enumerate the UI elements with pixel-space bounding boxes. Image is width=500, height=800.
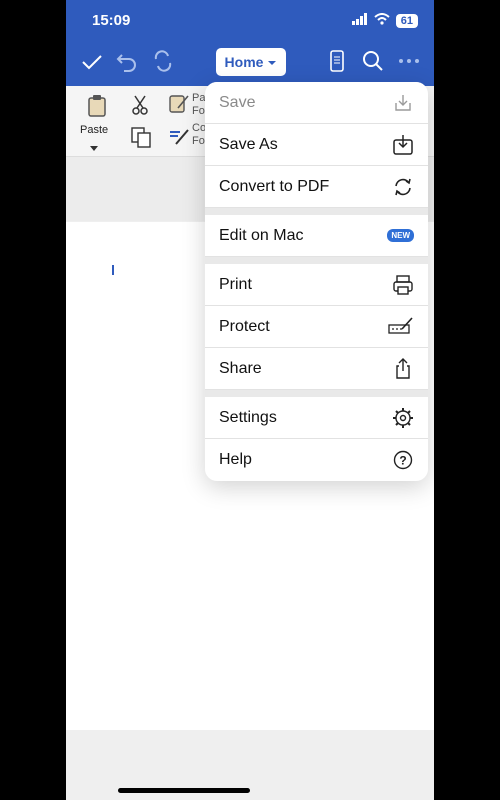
paste-options-chevron-icon[interactable] <box>90 139 98 157</box>
save-as-icon <box>392 134 414 156</box>
new-badge: NEW <box>387 229 414 242</box>
chevron-down-icon <box>267 54 277 70</box>
status-icons: 61 <box>351 12 418 30</box>
home-indicator[interactable] <box>118 788 250 793</box>
undo-icon[interactable] <box>116 50 138 77</box>
top-app-bar: 15:09 61 Home <box>66 0 434 86</box>
convert-sync-icon <box>392 176 414 198</box>
share-icon <box>392 357 414 380</box>
menu-item-label: Save As <box>219 135 278 153</box>
menu-item-share[interactable]: Share <box>205 348 428 390</box>
copy-format-label[interactable]: Co Fo <box>192 122 206 148</box>
menu-item-label: Save <box>219 93 256 111</box>
menu-item-convert-pdf[interactable]: Convert to PDF <box>205 166 428 208</box>
signature-pen-icon <box>388 316 414 338</box>
menu-item-edit-on-mac[interactable]: Edit on Mac NEW <box>205 215 428 257</box>
save-download-icon <box>392 92 414 114</box>
format-painter-icon[interactable] <box>168 124 190 151</box>
search-icon[interactable] <box>362 50 384 77</box>
paste-label[interactable]: Paste <box>80 124 108 136</box>
redo-icon[interactable] <box>152 50 174 77</box>
menu-item-protect[interactable]: Protect <box>205 306 428 348</box>
paste-format-label[interactable]: Pa Fo <box>192 92 206 118</box>
cut-scissors-icon[interactable] <box>130 94 150 121</box>
menu-item-label: Print <box>219 275 252 293</box>
menu-group-separator <box>205 390 428 397</box>
signal-icon <box>351 12 368 30</box>
menu-item-help[interactable]: Help ? <box>205 439 428 481</box>
wifi-icon <box>374 12 390 30</box>
phone-view-icon[interactable] <box>328 50 346 77</box>
menu-group-separator <box>205 257 428 264</box>
menu-item-label: Protect <box>219 317 270 335</box>
more-options-icon[interactable] <box>398 50 420 77</box>
menu-item-save-as[interactable]: Save As <box>205 124 428 166</box>
battery-indicator: 61 <box>395 14 418 28</box>
checkmark-icon[interactable] <box>80 50 104 79</box>
menu-item-label: Convert to PDF <box>219 177 330 195</box>
menu-item-label: Edit on Mac <box>219 226 304 244</box>
menu-item-save[interactable]: Save <box>205 82 428 124</box>
menu-item-print[interactable]: Print <box>205 264 428 306</box>
printer-icon <box>392 274 414 296</box>
text-cursor <box>112 265 114 275</box>
menu-group-separator <box>205 208 428 215</box>
help-icon: ? <box>392 449 414 471</box>
menu-item-settings[interactable]: Settings <box>205 397 428 439</box>
menu-item-label: Settings <box>219 408 277 426</box>
home-tab-label: Home <box>224 54 264 70</box>
paste-clipboard-icon[interactable] <box>86 94 108 123</box>
status-time: 15:09 <box>92 12 131 29</box>
svg-text:?: ? <box>399 454 406 468</box>
home-tab-dropdown[interactable]: Home <box>216 48 286 76</box>
menu-item-label: Share <box>219 359 262 377</box>
home-dropdown-menu: Save Save As Convert to PDF Edit on Mac … <box>205 82 428 481</box>
copy-icon[interactable] <box>130 126 152 153</box>
paste-format-icon[interactable] <box>168 92 190 119</box>
gear-icon <box>392 407 414 429</box>
menu-item-label: Help <box>219 451 252 468</box>
